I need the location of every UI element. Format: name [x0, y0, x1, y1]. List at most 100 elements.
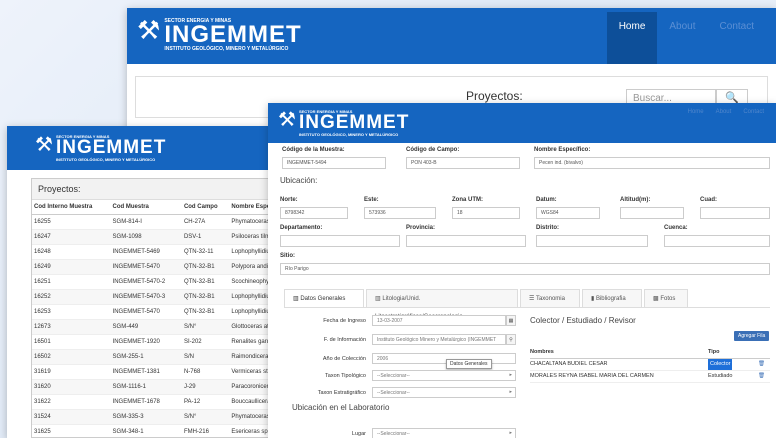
- tab-bar: ▥ Datos Generales ▥ Litologia/Unid. Lito…: [284, 289, 770, 320]
- table-cell: INGEMMET-5470: [110, 304, 182, 320]
- departamento-field[interactable]: [280, 235, 400, 247]
- tab-bibliografia[interactable]: ▮ Bibliografia: [582, 289, 642, 307]
- table-row[interactable]: 16249 INGEMMET-5470 QTN-32-B1 Polypora andi…: [32, 259, 279, 275]
- table-cell: INGEMMET-1381: [110, 364, 182, 380]
- tab-litologia[interactable]: ▥ Litologia/Unid. Litoestratigráficas/Ge…: [366, 289, 518, 320]
- table-row[interactable]: 16248 INGEMMET-5469 QTN-32-11 Lophophyllidi…: [32, 244, 279, 260]
- trash-icon[interactable]: 🗑: [758, 371, 765, 382]
- table-cell: SGM-449: [110, 319, 182, 335]
- altitud-field[interactable]: [620, 207, 684, 219]
- tab-datos-generales[interactable]: ▥ Datos Generales: [284, 289, 364, 307]
- anio-coleccion-field[interactable]: 2006: [372, 353, 516, 364]
- logo-subtitle: INSTITUTO GEOLÓGICO, MINERO Y METALÚRGIC…: [164, 46, 289, 52]
- table-cell: CH-27A: [181, 214, 230, 230]
- table-cell: S/N: [181, 349, 230, 365]
- table-cell: 31620: [32, 379, 111, 395]
- nav-home[interactable]: Home: [606, 12, 658, 64]
- samples-table: Cod Interno Muestra Cod Muestra Cod Campo N…: [32, 200, 279, 438]
- colector-title: Colector / Estudiado / Revisor: [530, 316, 636, 325]
- cuad-field[interactable]: [700, 207, 770, 219]
- codigo-muestra-field[interactable]: INGEMMET-5494: [282, 157, 386, 169]
- f-informacion-field[interactable]: Instituto Geológico Minero y Metalúrgico…: [372, 334, 506, 345]
- agregar-fila-button[interactable]: Agregar Fila: [734, 331, 770, 341]
- logo-brand: INGEMMET: [298, 112, 410, 133]
- taxon-estratigrafico-select[interactable]: --Seleccionar-- ▸: [372, 387, 516, 398]
- cuenca-label: Cuenca:: [664, 225, 688, 231]
- table-row[interactable]: 31620 SGM-1116-1 J-29 Paracoroniceras: [32, 379, 279, 395]
- table-row[interactable]: 31619 INGEMMET-1381 N-768 Vermiceras stut: [32, 364, 279, 380]
- nav-contact[interactable]: Contact: [708, 12, 766, 64]
- sitio-label: Sitio:: [280, 253, 295, 259]
- provincia-field[interactable]: [406, 235, 526, 247]
- calendar-icon[interactable]: ▦: [506, 315, 516, 326]
- table-row[interactable]: 16502 SGM-255-1 S/N Raimondiceras c: [32, 349, 279, 365]
- table-cell: 16249: [32, 259, 111, 275]
- taxon-tipologico-select[interactable]: --Seleccionar-- ▸: [372, 370, 516, 381]
- table-row[interactable]: 16255 SGM-814-I CH-27A Phymatoceras c: [32, 214, 279, 230]
- table-row[interactable]: 12673 SGM-449 S/N° Glottoceras atte: [32, 319, 279, 335]
- miner-tools-icon: ⚒: [278, 107, 296, 131]
- search-icon[interactable]: ⚲: [506, 334, 516, 345]
- nombre-especifico-label: Nombre Específico:: [534, 147, 591, 153]
- altitud-label: Altitud(m):: [620, 197, 651, 203]
- colectores-table: Nombres Tipo CHACALTANA BUDIEL CESAR Col…: [530, 347, 770, 383]
- logo-brand: INGEMMET: [55, 137, 167, 158]
- datum-field[interactable]: WGS84: [536, 207, 600, 219]
- table-row[interactable]: 16501 INGEMMET-1920 SI-202 Renalites gardne: [32, 334, 279, 350]
- anio-coleccion-label: Año de Colección: [322, 356, 366, 362]
- tab-taxonomia[interactable]: ☰ Taxonomia: [520, 289, 580, 307]
- table-cell: 16251: [32, 274, 111, 290]
- codigo-campo-field[interactable]: PON 403-B: [406, 157, 520, 169]
- este-field[interactable]: 573936: [364, 207, 436, 219]
- col-header-nombres: Nombres: [530, 349, 554, 355]
- colector-tipo[interactable]: Colector: [708, 359, 733, 370]
- table-cell: SGM-814-I: [110, 214, 182, 230]
- table-row[interactable]: 16252 INGEMMET-5470-3 QTN-32-B1 Lophophylli…: [32, 289, 279, 305]
- table-row[interactable]: 16251 INGEMMET-5470-2 QTN-32-B1 Scochineoph…: [32, 274, 279, 290]
- nav-about[interactable]: About: [710, 109, 738, 115]
- table-row[interactable]: MORALES REYNA ISABEL MARIA DEL CARMEN Es…: [530, 371, 770, 383]
- table-cell: 31622: [32, 394, 111, 410]
- table-cell: 16255: [32, 214, 111, 230]
- este-label: Este:: [364, 197, 379, 203]
- nav-home[interactable]: Home: [682, 109, 710, 115]
- colector-tipo[interactable]: Estudiado: [708, 371, 732, 382]
- sitio-field[interactable]: Río Parigo: [280, 263, 770, 275]
- table-cell: QTN-32-B1: [181, 289, 230, 305]
- lugar-label: Lugar: [351, 431, 366, 437]
- trash-icon[interactable]: 🗑: [758, 359, 765, 370]
- table-cell: 31625: [32, 424, 111, 438]
- table-row[interactable]: 31524 SGM-335-3 S/N° Phymatoceras a: [32, 409, 279, 425]
- norte-field[interactable]: 8798342: [280, 207, 348, 219]
- ingemmet-logo: ⚒ SECTOR ENERGIA Y MINAS INGEMMET INSTIT…: [278, 109, 409, 137]
- datum-label: Datum:: [536, 197, 557, 203]
- window-left: ⚒ SECTOR ENERGIA Y MINAS INGEMMET INSTIT…: [7, 126, 279, 438]
- distrito-label: Distrito:: [536, 225, 559, 231]
- nav-contact[interactable]: Contact: [737, 109, 770, 115]
- table-row[interactable]: 31622 INGEMMET-1678 PA-12 Bouccaulliceras r: [32, 394, 279, 410]
- tab-fotos[interactable]: ▩ Fotos: [644, 289, 688, 307]
- table-row[interactable]: CHACALTANA BUDIEL CESAR Colector 🗑: [530, 359, 770, 371]
- table-row[interactable]: 16247 SGM-1098 DSV-1 Psiloceras tilma: [32, 229, 279, 245]
- table-cell: 16253: [32, 304, 111, 320]
- table-cell: QTN-32-B1: [181, 274, 230, 290]
- cuenca-field[interactable]: [664, 235, 770, 247]
- nombre-especifico-field[interactable]: Pecen ind. (bivalvo): [534, 157, 770, 169]
- lugar-select[interactable]: --Seleccionar-- ▸: [372, 428, 516, 438]
- table-cell: S/N°: [181, 319, 230, 335]
- top-nav: Home About Contact: [682, 109, 770, 115]
- departamento-label: Departamento:: [280, 225, 323, 231]
- table-cell: DSV-1: [181, 229, 230, 245]
- distrito-field[interactable]: [536, 235, 648, 247]
- fecha-ingreso-field[interactable]: 13-03-2007: [372, 315, 506, 326]
- table-row[interactable]: 16253 INGEMMET-5470 QTN-32-B1 Lophophyllidi…: [32, 304, 279, 320]
- table-row[interactable]: 31625 SGM-348-1 FMH-216 Esericeras sp.: [32, 424, 279, 438]
- list-icon: ☰: [529, 296, 536, 302]
- provincia-label: Provincia:: [406, 225, 436, 231]
- table-cell: QTN-32-11: [181, 244, 230, 260]
- column-header: Cod Muestra: [110, 200, 182, 215]
- zona-utm-field[interactable]: 18: [452, 207, 520, 219]
- nav-about[interactable]: About: [657, 12, 707, 64]
- table-cell: INGEMMET-1920: [110, 334, 182, 350]
- ubicacion-lab-title: Ubicación en el Laboratorio: [292, 403, 390, 412]
